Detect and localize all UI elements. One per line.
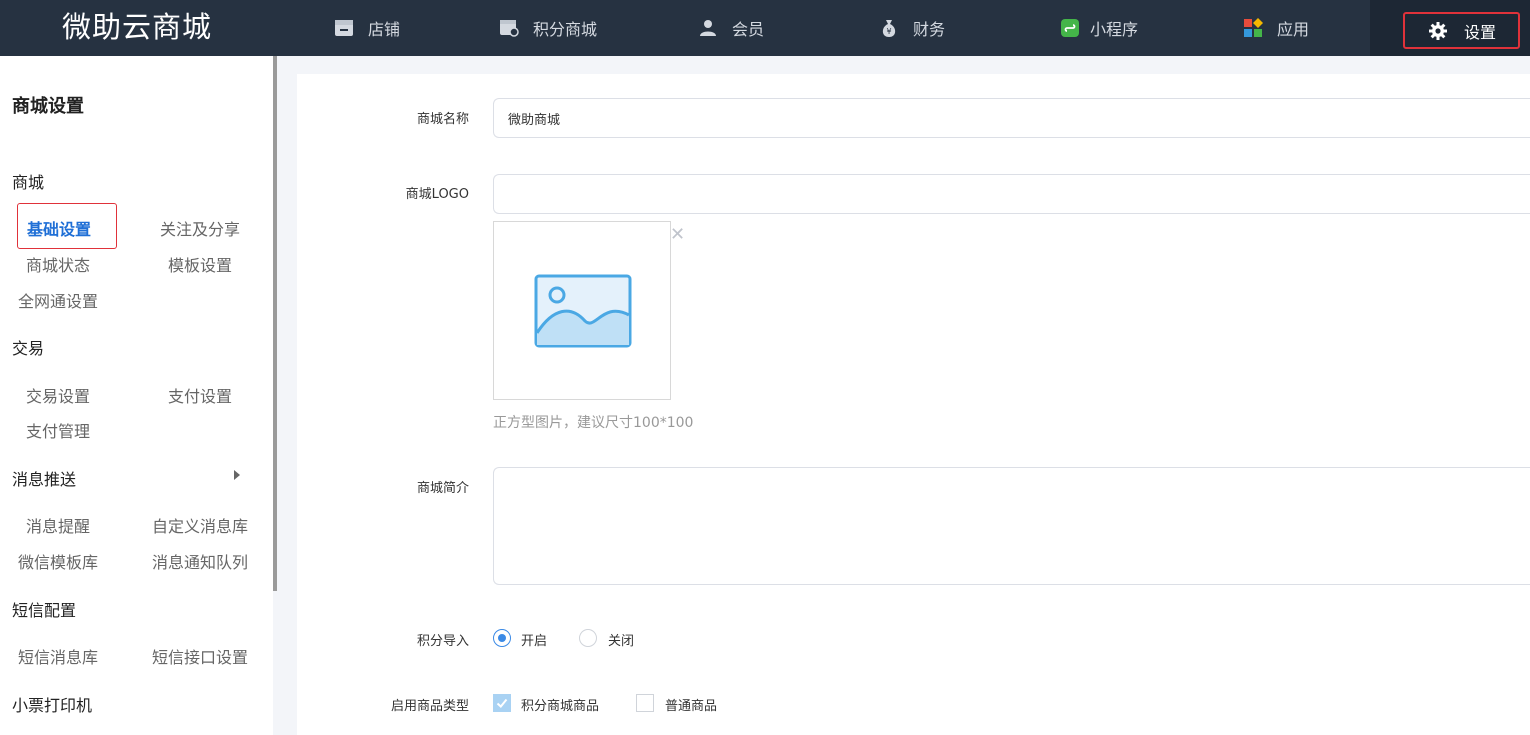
sidebar-item-omnichannel[interactable]: 全网通设置	[18, 288, 98, 312]
sidebar-item-sms-library[interactable]: 短信消息库	[18, 644, 98, 668]
sidebar-group-trade: 交易	[12, 339, 45, 358]
mall-intro-textarea[interactable]	[493, 467, 1530, 585]
sidebar-item-basic-settings[interactable]: 基础设置	[17, 203, 117, 249]
money-bag-icon: ¥	[879, 18, 899, 38]
mall-name-value: 微助商城	[508, 112, 561, 128]
logo-hint: 正方型图片，建议尺寸100*100	[493, 415, 694, 431]
store-icon	[334, 18, 354, 38]
sidebar-group-push[interactable]: 消息推送	[12, 466, 76, 490]
sidebar-title: 商城设置	[12, 96, 84, 117]
mall-intro-label: 商城简介	[416, 481, 469, 496]
logo-upload-box[interactable]	[493, 221, 671, 400]
mall-name-label: 商城名称	[416, 112, 469, 127]
sidebar-item-sms-interface[interactable]: 短信接口设置	[152, 644, 248, 668]
member-icon	[698, 18, 718, 38]
nav-apps[interactable]: 应用	[1243, 0, 1309, 56]
nav-apps-label: 应用	[1277, 20, 1310, 39]
points-goods-checkbox[interactable]	[493, 694, 511, 712]
nav-store[interactable]: 店铺	[334, 0, 400, 56]
mall-logo-input[interactable]	[493, 174, 1530, 214]
gear-icon	[1428, 21, 1448, 41]
sidebar-item-trade-settings[interactable]: 交易设置	[26, 383, 90, 407]
points-mall-icon	[499, 18, 519, 38]
sidebar-group-sms: 短信配置	[12, 601, 77, 620]
top-navbar: 微助云商城 店铺 积分商城 会员 ¥ 财务 小程序 应用 设置	[0, 0, 1530, 56]
goods-type-label: 启用商品类型	[390, 699, 469, 714]
points-import-on-label[interactable]: 开启	[521, 630, 547, 649]
sidebar-item-payment-settings[interactable]: 支付设置	[168, 383, 232, 407]
nav-finance[interactable]: ¥ 财务	[879, 0, 945, 56]
nav-member[interactable]: 会员	[698, 0, 764, 56]
mall-name-input[interactable]: 微助商城	[493, 98, 1530, 138]
normal-goods-checkbox[interactable]	[636, 694, 654, 712]
sidebar-item-notify-queue[interactable]: 消息通知队列	[152, 549, 248, 573]
apps-icon	[1243, 18, 1263, 38]
mini-program-icon	[1060, 18, 1080, 38]
mall-logo-label: 商城LOGO	[405, 187, 469, 202]
settings-label: 设置	[1464, 22, 1497, 42]
normal-goods-label[interactable]: 普通商品	[665, 695, 717, 714]
nav-points-mall[interactable]: 积分商城	[499, 0, 597, 56]
points-goods-label[interactable]: 积分商城商品	[521, 695, 599, 714]
sidebar-item-template[interactable]: 模板设置	[168, 252, 232, 276]
remove-image-icon[interactable]: ✕	[670, 224, 685, 245]
check-icon	[496, 698, 508, 708]
svg-text:¥: ¥	[886, 27, 891, 36]
nav-mini-program[interactable]: 小程序	[1060, 0, 1138, 56]
points-import-off-label[interactable]: 关闭	[608, 630, 634, 649]
image-placeholder-icon	[534, 274, 632, 348]
sidebar-group-printer[interactable]: 小票打印机	[12, 692, 92, 716]
sidebar-item-mall-status[interactable]: 商城状态	[26, 252, 90, 276]
nav-member-label: 会员	[732, 20, 765, 39]
caret-right-icon[interactable]	[234, 470, 240, 480]
points-import-label: 积分导入	[416, 634, 469, 649]
sidebar-item-message-alerts[interactable]: 消息提醒	[26, 513, 90, 537]
nav-finance-label: 财务	[913, 20, 946, 39]
sidebar-item-label: 基础设置	[27, 220, 92, 239]
sidebar-item-custom-messages[interactable]: 自定义消息库	[152, 513, 248, 537]
points-import-on-radio[interactable]	[493, 629, 511, 647]
nav-mini-program-label: 小程序	[1090, 20, 1139, 39]
brand-logo[interactable]: 微助云商城	[62, 8, 212, 46]
points-import-off-radio[interactable]	[579, 629, 597, 647]
nav-points-mall-label: 积分商城	[533, 20, 598, 39]
sidebar-item-payment-management[interactable]: 支付管理	[26, 418, 90, 442]
nav-store-label: 店铺	[368, 20, 401, 39]
sidebar-group-mall: 商城	[12, 173, 45, 192]
sidebar-item-wechat-templates[interactable]: 微信模板库	[18, 549, 98, 573]
sidebar-item-follow-share[interactable]: 关注及分享	[160, 216, 240, 240]
sidebar-scrollbar[interactable]	[273, 56, 277, 591]
settings-button[interactable]: 设置	[1403, 12, 1520, 49]
